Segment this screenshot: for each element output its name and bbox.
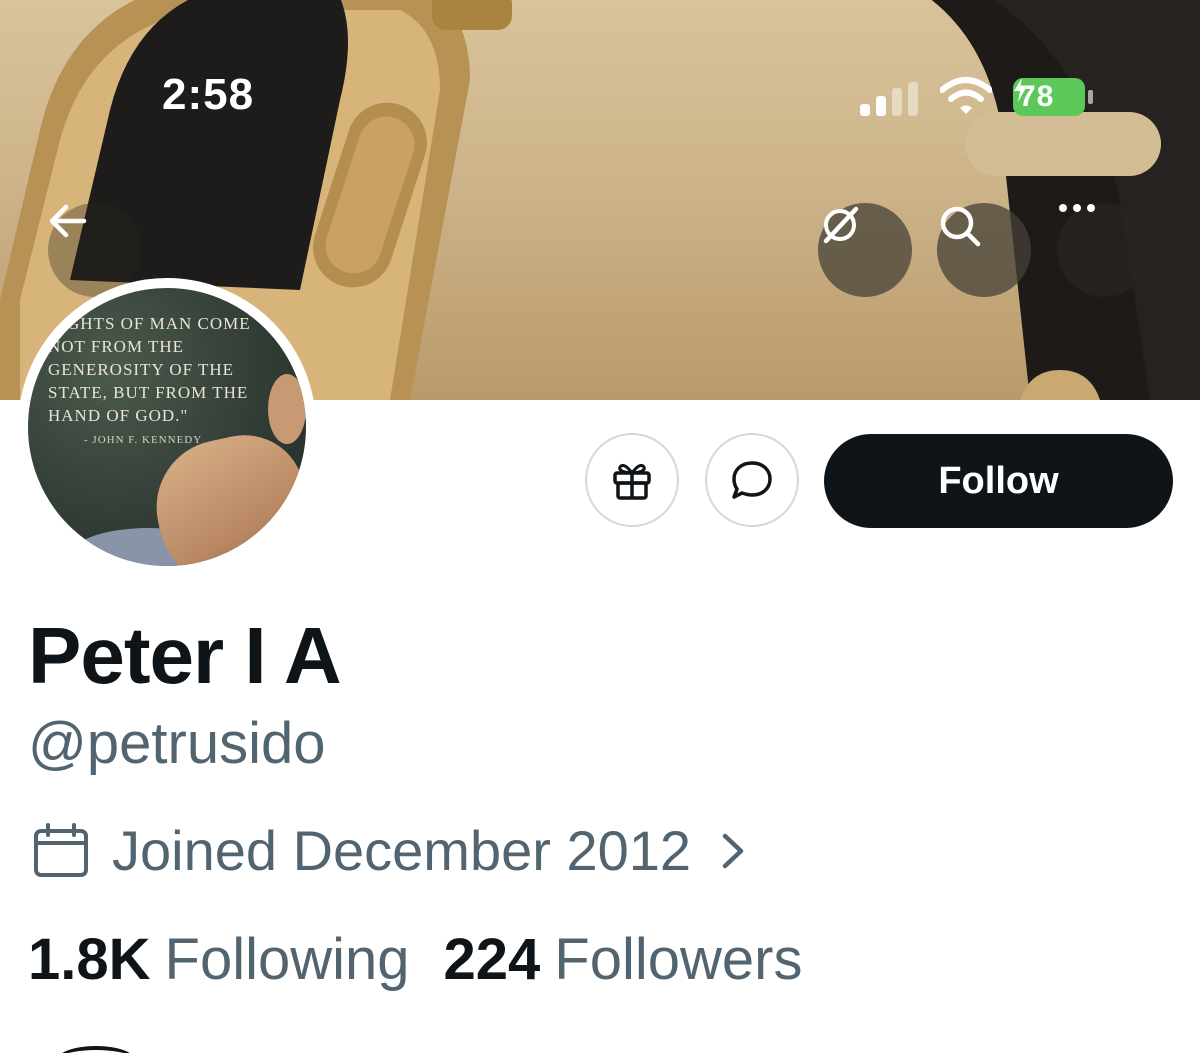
avatar-hand (144, 424, 306, 566)
more-options-button[interactable] (1057, 203, 1151, 297)
avatar-quote-text: Rights of man come not from the generosi… (48, 314, 251, 425)
follow-stats: 1.8K Following 224 Followers (28, 926, 802, 993)
calendar-icon (34, 822, 88, 877)
battery-cap (1088, 90, 1093, 104)
display-name: Peter I A (28, 611, 342, 700)
chevron-right-icon (717, 831, 747, 871)
more-horizontal-icon (1059, 204, 1095, 212)
grok-button[interactable] (818, 203, 912, 297)
chat-bubble-icon (732, 461, 772, 499)
battery-indicator: 78 (1013, 78, 1085, 116)
message-button[interactable] (705, 433, 799, 527)
following-label[interactable]: Following (165, 926, 410, 993)
avatar-quote-attribution: - JOHN F. KENNEDY (84, 434, 203, 446)
following-count[interactable]: 1.8K (28, 926, 151, 993)
joined-date-row[interactable]: Joined December 2012 (32, 818, 747, 883)
arrow-left-icon (49, 204, 87, 238)
cellular-signal-icon (860, 82, 918, 116)
followers-label[interactable]: Followers (554, 926, 802, 993)
joined-date-text: Joined December 2012 (112, 819, 692, 882)
search-button[interactable] (937, 203, 1031, 297)
user-handle: @petrusido (28, 711, 326, 776)
gift-icon (613, 464, 651, 500)
profile-avatar[interactable]: Rights of man come not from the generosi… (18, 278, 316, 576)
status-time: 2:58 (162, 70, 255, 119)
charging-bolt-icon (1014, 78, 1026, 102)
slash-circle-icon (823, 206, 859, 244)
gift-button[interactable] (585, 433, 679, 527)
search-icon (940, 206, 981, 247)
follow-button[interactable]: Follow (824, 434, 1173, 528)
followers-count[interactable]: 224 (444, 926, 541, 993)
content-peek (56, 1046, 136, 1053)
